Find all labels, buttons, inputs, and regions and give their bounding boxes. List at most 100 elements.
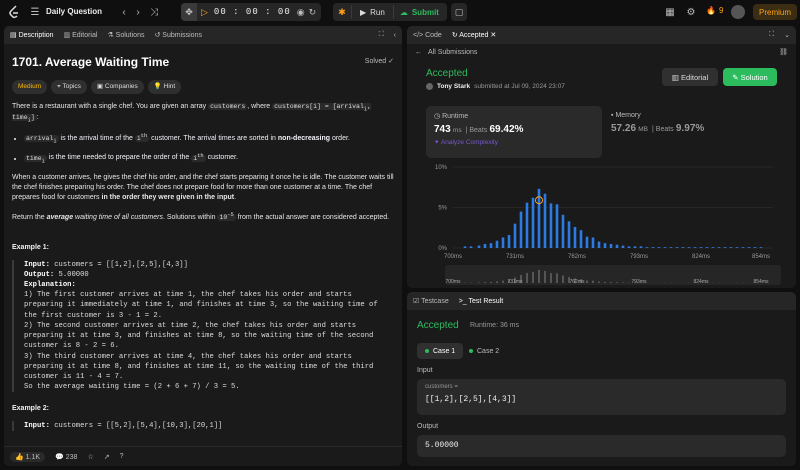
collapse-icon[interactable]: ‹: [394, 32, 396, 39]
chart-bar: [489, 243, 493, 248]
overview-tick-label: 793ms: [631, 279, 647, 285]
overview-tick-label: 854ms: [753, 279, 769, 285]
overview-bar: [532, 271, 534, 283]
case-2-tab[interactable]: Case 2: [469, 343, 499, 359]
chart-bar: [609, 243, 613, 248]
premium-button[interactable]: Premium: [753, 4, 798, 20]
tab-submissions[interactable]: ↺ Submissions: [154, 31, 202, 39]
submission-panel: </> Code ↻ Accepted ✕ ⛶ ⌄ ← All Submissio…: [407, 26, 796, 288]
y-tick-label: 0%: [438, 246, 447, 252]
chart-bar: [747, 247, 751, 248]
example-1-block: Input: customers = [[1,2],[2,5],[4,3]] O…: [12, 259, 394, 393]
comments-button[interactable]: 💬 238: [55, 453, 77, 461]
chart-bar: [543, 193, 547, 248]
chart-bar: [633, 246, 637, 248]
solution-button[interactable]: ✎ Solution: [723, 68, 777, 86]
collapse-icon[interactable]: ⌄: [784, 31, 790, 39]
maximize-icon[interactable]: ⛶: [379, 31, 384, 39]
tab-solutions[interactable]: ⚗ Solutions: [107, 31, 144, 39]
run-button[interactable]: ▶ Run: [351, 5, 394, 19]
overview-tick-label: 762ms: [569, 279, 585, 285]
example-1-heading: Example 1:: [12, 244, 49, 252]
submission-tabs: </> Code ↻ Accepted ✕ ⛶ ⌄: [407, 26, 796, 44]
timer-value: 00 : 00 : 00: [213, 7, 291, 17]
overview-bar: [556, 273, 558, 283]
reset-timer-icon[interactable]: ↻: [309, 7, 317, 18]
shuffle-icon[interactable]: ⤨: [147, 5, 161, 19]
problem-list-icon[interactable]: ☰: [28, 5, 42, 19]
next-problem-icon[interactable]: ›: [131, 5, 145, 19]
daily-question-label[interactable]: Daily Question: [46, 7, 102, 16]
chart-bar: [573, 226, 577, 248]
memory-card[interactable]: ▪ Memory 57.26 MB | Beats 9.97%: [611, 106, 781, 158]
chart-bar: [519, 211, 523, 248]
layout-grid-icon[interactable]: ▦: [663, 5, 677, 19]
chart-bar: [597, 241, 601, 248]
gear-icon[interactable]: ⚙: [684, 5, 698, 19]
y-tick-label: 10%: [435, 165, 448, 171]
hide-timer-icon[interactable]: ◉: [297, 7, 305, 18]
companies-button[interactable]: ▣ Companies: [90, 80, 144, 94]
hint-button[interactable]: 💡 Hint: [147, 80, 182, 94]
tab-testcase[interactable]: ☑ Testcase: [413, 297, 449, 305]
overview-bar: [502, 280, 504, 283]
chart-bar: [463, 246, 467, 248]
overview-bar: [604, 281, 606, 283]
star-icon[interactable]: ☆: [87, 453, 93, 461]
topics-button[interactable]: ⌖ Topics: [51, 80, 87, 94]
runtime-card[interactable]: ◷ Runtime 743 ms | Beats 69.42% ✦ Analyze…: [426, 106, 602, 158]
testcase-tabs: ☑ Testcase >_ Test Result: [407, 292, 796, 310]
user-avatar: [426, 83, 433, 90]
tab-description[interactable]: ▤ Description: [10, 31, 54, 39]
submit-button[interactable]: ☁ Submit: [394, 8, 445, 17]
maximize-icon[interactable]: ⛶: [769, 31, 774, 39]
tab-accepted[interactable]: ↻ Accepted ✕: [452, 31, 496, 39]
avatar[interactable]: [731, 5, 745, 19]
bullet-arrival: arrivali is the arrival time of the ith …: [24, 132, 394, 145]
runtime-distribution-chart: 10% 5% 0% 700ms 731ms 762ms 793ms 824ms 854ms 700…: [407, 161, 796, 288]
debug-icon[interactable]: ✱: [333, 7, 351, 18]
like-button[interactable]: 👍 1.1K: [10, 451, 46, 462]
drag-handle-icon[interactable]: ✥: [181, 3, 197, 21]
prev-problem-icon[interactable]: ‹: [117, 5, 131, 19]
submission-status: Accepted: [426, 68, 468, 79]
chart-bar: [579, 230, 583, 248]
chart-bar: [477, 245, 481, 248]
chart-bar: [483, 243, 487, 248]
chart-bar: [585, 236, 589, 248]
overview-bar: [622, 282, 624, 283]
all-submissions-link[interactable]: ← All Submissions ⛓: [407, 44, 796, 60]
statement-paragraph-2: When a customer arrives, he gives the ch…: [12, 173, 394, 202]
share-icon[interactable]: ⛓: [779, 48, 788, 56]
fire-icon: 🔥: [706, 6, 716, 15]
analyze-complexity-link[interactable]: ✦ Analyze Complexity: [434, 138, 594, 146]
test-result-status: Accepted: [417, 320, 459, 331]
leetcode-logo-icon[interactable]: [8, 5, 20, 19]
play-timer-icon[interactable]: ▷: [201, 7, 208, 18]
runtime-caption: ◷ Runtime: [434, 113, 469, 120]
tab-code[interactable]: </> Code: [413, 32, 442, 39]
overview-bar: [592, 280, 594, 283]
chart-bar: [549, 203, 553, 248]
chart-bar: [591, 237, 595, 248]
chart-bar: [735, 247, 739, 248]
tab-editorial[interactable]: ▥ Editorial: [64, 31, 98, 39]
chart-bar: [501, 237, 505, 248]
streak-counter[interactable]: 🔥 9: [706, 6, 723, 15]
description-footer: 👍 1.1K 💬 238 ☆ ↗ ?: [4, 446, 402, 466]
description-panel: ▤ Description ▥ Editorial ⚗ Solutions ↺ …: [4, 26, 402, 466]
notes-icon[interactable]: ▢: [451, 3, 467, 21]
tab-test-result[interactable]: >_ Test Result: [459, 298, 503, 305]
editorial-button[interactable]: ▥ Editorial: [662, 68, 718, 86]
chart-bar: [621, 245, 625, 248]
overview-bar: [490, 281, 492, 283]
share-icon[interactable]: ↗: [104, 453, 110, 461]
chart-bar: [705, 247, 709, 248]
case-1-tab[interactable]: Case 1: [417, 343, 464, 359]
difficulty-badge[interactable]: Medium: [12, 80, 48, 94]
chart-bar: [753, 247, 757, 248]
chart-bar: [669, 247, 673, 248]
chart-bar: [627, 246, 631, 248]
statement-paragraph: There is a restaurant with a single chef…: [12, 102, 372, 124]
help-icon[interactable]: ?: [120, 453, 124, 460]
